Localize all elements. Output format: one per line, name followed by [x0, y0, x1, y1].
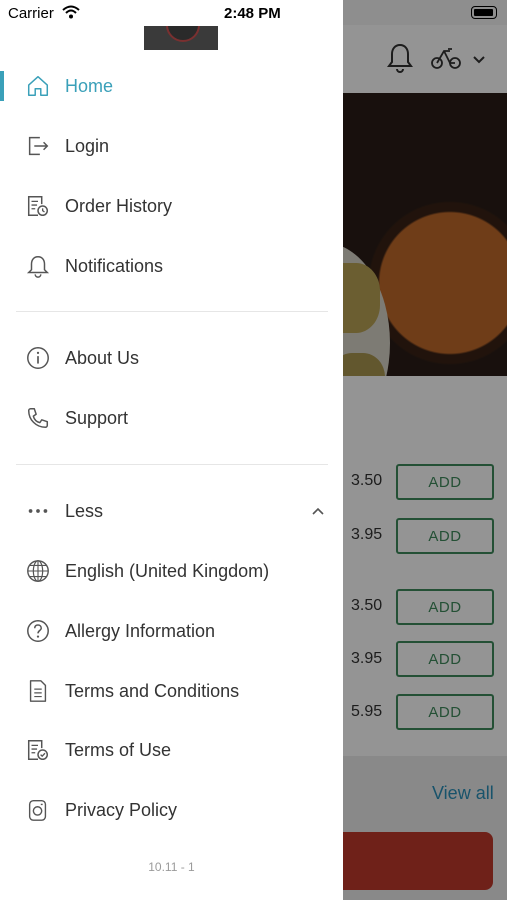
menu-item-label: Home [65, 75, 114, 96]
menu-item-label: Privacy Policy [65, 799, 178, 820]
clock: 2:48 PM [224, 5, 281, 22]
menu-item-label: Terms and Conditions [65, 680, 240, 701]
menu-item-terms-and-conditions[interactable]: Terms and Conditions [0, 665, 343, 717]
menu-item-label: Notifications [65, 255, 164, 276]
menu-item-terms-of-use[interactable]: Terms of Use [0, 724, 343, 776]
menu-item-label: English (United Kingdom) [65, 560, 270, 581]
order-history-icon [24, 192, 52, 220]
document-check-icon [24, 736, 52, 764]
app-version: 10.11 - 1 [148, 860, 195, 874]
navigation-drawer: Home Login Order History Notifications A… [0, 0, 343, 900]
bell-icon [24, 252, 52, 280]
menu-item-language[interactable]: English (United Kingdom) [0, 545, 343, 597]
menu-item-less-toggle[interactable]: Less [0, 485, 343, 537]
battery-icon [471, 6, 497, 19]
privacy-icon [24, 796, 52, 824]
menu-item-notifications[interactable]: Notifications [0, 240, 343, 292]
menu-item-about-us[interactable]: About Us [0, 332, 343, 384]
menu-item-order-history[interactable]: Order History [0, 180, 343, 232]
divider [16, 311, 328, 312]
menu-item-support[interactable]: Support [0, 392, 343, 444]
chevron-up-icon [312, 507, 324, 515]
menu-item-privacy-policy[interactable]: Privacy Policy [0, 784, 343, 836]
menu-item-label: About Us [65, 347, 140, 368]
login-icon [24, 132, 52, 160]
menu-item-label: Order History [65, 195, 173, 216]
menu-item-label: Less [65, 500, 104, 521]
menu-item-allergy-information[interactable]: Allergy Information [0, 605, 343, 657]
info-icon [24, 344, 52, 372]
document-icon [24, 677, 52, 705]
question-icon [24, 617, 52, 645]
home-icon [24, 72, 52, 100]
wifi-icon [62, 5, 80, 19]
phone-icon [24, 404, 52, 432]
menu-item-label: Login [65, 135, 110, 156]
menu-item-label: Allergy Information [65, 620, 216, 641]
menu-item-label: Terms of Use [65, 739, 172, 760]
divider [16, 464, 328, 465]
more-dots-icon [24, 497, 52, 525]
menu-item-label: Support [65, 407, 129, 428]
menu-item-login[interactable]: Login [0, 120, 343, 172]
carrier-label: Carrier [8, 5, 54, 22]
brand-logo [144, 26, 218, 50]
active-indicator [0, 71, 4, 101]
globe-icon [24, 557, 52, 585]
status-bar: Carrier 2:48 PM [0, 0, 507, 26]
menu-item-home[interactable]: Home [0, 60, 343, 112]
